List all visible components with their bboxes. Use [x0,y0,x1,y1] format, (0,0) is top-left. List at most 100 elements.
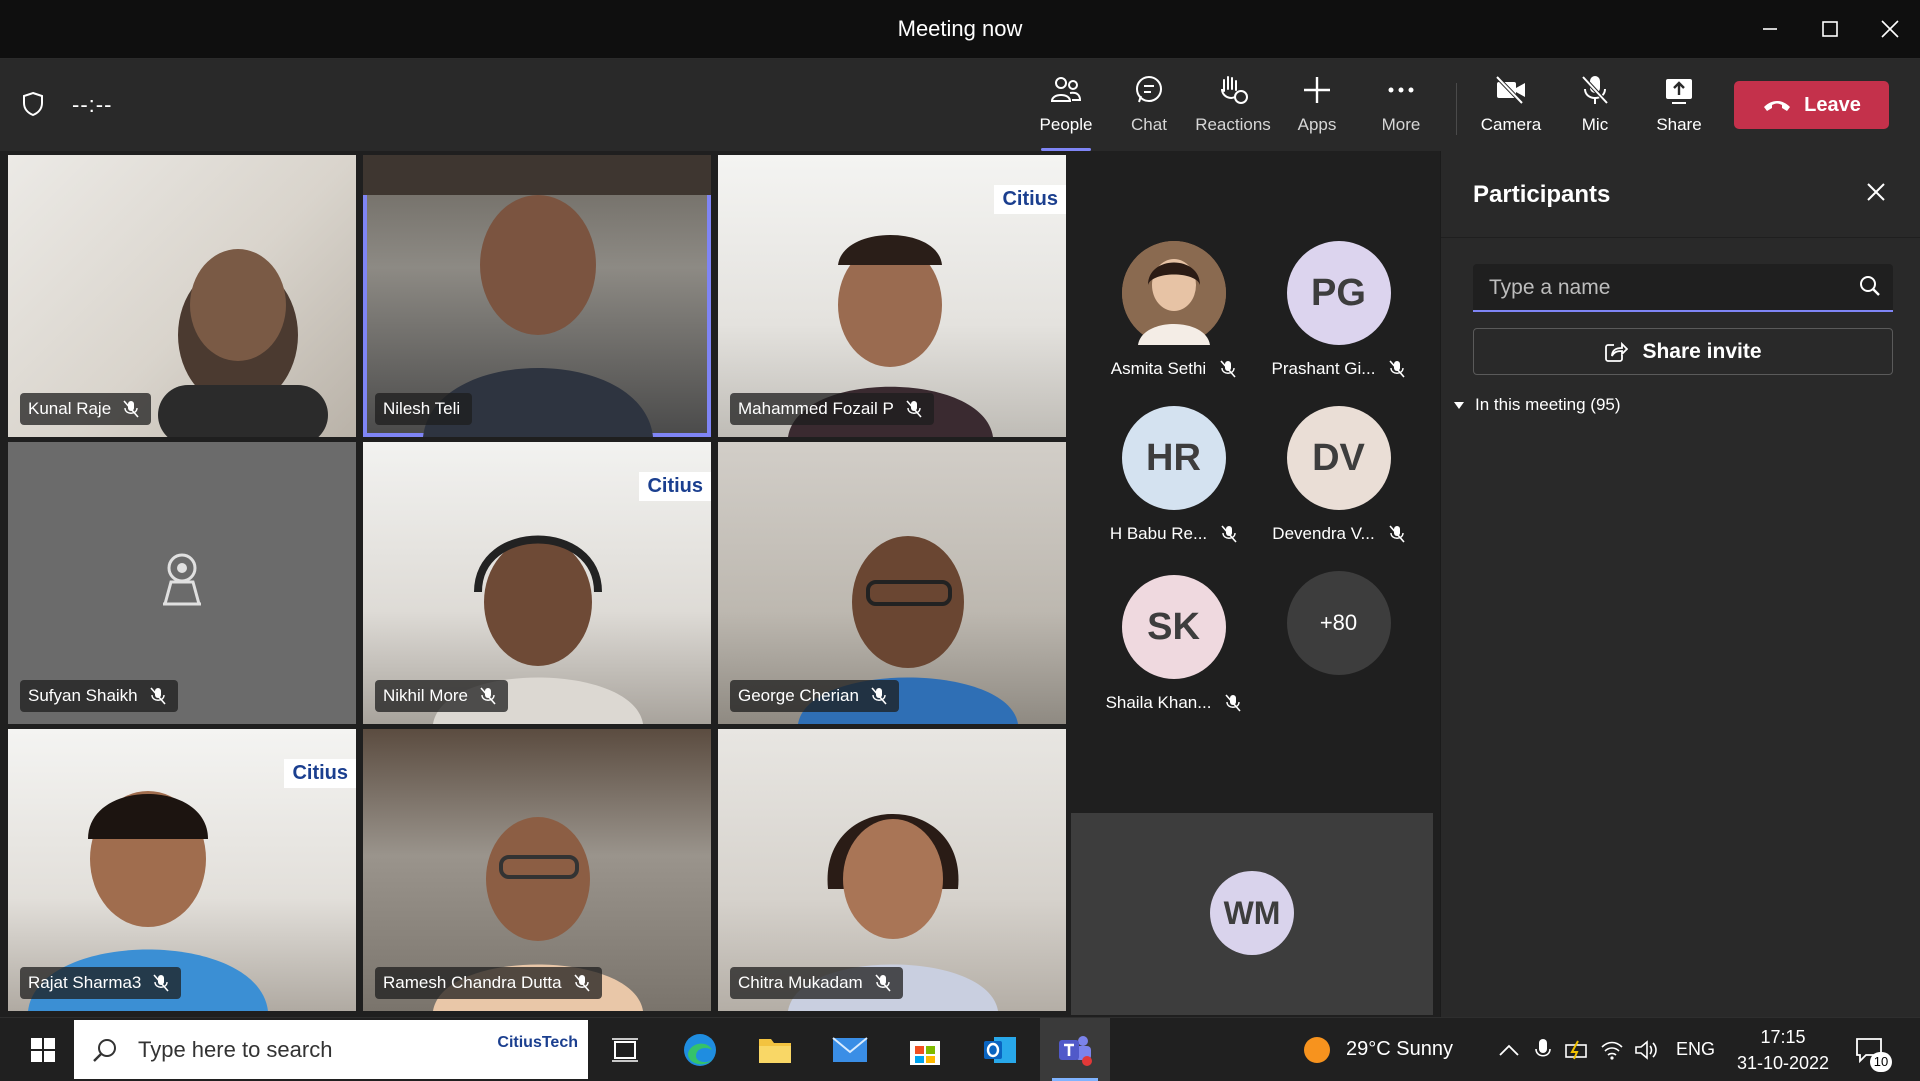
outlook-taskbar-button[interactable] [965,1018,1035,1081]
participant-name-tag: Sufyan Shaikh [20,680,178,712]
clock-date: 31-10-2022 [1736,1053,1830,1073]
mic-off-icon [1389,525,1405,543]
notification-center-button[interactable]: 10 [1854,1018,1892,1081]
video-tile-wm[interactable]: WM [1071,813,1433,1015]
shield-icon[interactable] [22,91,44,117]
more-button[interactable]: More [1361,73,1441,145]
video-tile[interactable]: Ramesh Chandra Dutta [363,729,711,1011]
mic-off-icon [480,687,496,705]
language-indicator[interactable]: ENG [1676,1039,1715,1060]
reactions-button[interactable]: Reactions [1193,73,1273,145]
avatar-photo-image [1121,241,1226,345]
participant-avatar-tile[interactable]: SK Shaila Khan... [1091,575,1256,725]
video-tile[interactable]: Citius Nikhil More [363,442,711,724]
participant-search-input[interactable] [1487,264,1851,312]
start-button[interactable] [14,1018,72,1081]
minimize-icon [1763,28,1777,30]
participant-name-tag: Ramesh Chandra Dutta [375,967,602,999]
share-label: Share [1656,115,1702,134]
meeting-timer: --:-- [72,92,113,117]
taskbar-clock[interactable]: 17:15 31-10-2022 [1718,1024,1848,1076]
participant-name: George Cherian [738,686,859,705]
mic-button[interactable]: Mic [1555,73,1635,145]
close-window-button[interactable] [1860,0,1920,58]
task-view-icon [612,1037,638,1062]
leave-button[interactable]: Leave [1734,81,1889,129]
teams-taskbar-button[interactable] [1040,1018,1110,1081]
panel-title: Participants [1473,181,1611,208]
mic-off-icon [1581,75,1609,105]
participant-avatar-label: Shaila Khan... [1091,693,1256,713]
wifi-icon[interactable] [1600,1039,1624,1061]
participant-search-field[interactable] [1473,264,1893,312]
people-label: People [1039,115,1093,134]
edge-taskbar-button[interactable] [665,1018,735,1081]
search-icon[interactable] [1859,275,1881,297]
leave-label: Leave [1804,93,1861,116]
people-button[interactable]: People [1026,73,1106,151]
chat-button[interactable]: Chat [1109,73,1189,145]
clock-time: 17:15 [1760,1027,1806,1047]
chevron-up-icon[interactable] [1498,1043,1520,1057]
file-explorer-taskbar-button[interactable] [740,1018,810,1081]
video-tile[interactable]: Citius Rajat Sharma3 [8,729,356,1011]
close-panel-icon[interactable] [1865,181,1887,203]
camera-button[interactable]: Camera [1471,73,1551,145]
video-tile-active-speaker[interactable]: Nilesh Teli [363,155,711,437]
mic-off-icon [1389,360,1406,378]
weather-text: 29°C Sunny [1346,1038,1453,1060]
participant-name-tag: Rajat Sharma3 [20,967,182,999]
sun-icon [1304,1036,1330,1063]
task-view-button[interactable] [590,1018,660,1081]
avatar-initials: SK [1121,575,1226,679]
in-meeting-section-toggle[interactable]: In this meeting (95) [1453,395,1621,415]
battery-charging-icon[interactable] [1564,1039,1590,1061]
panel-divider [1441,237,1920,238]
people-icon [1050,77,1082,102]
participant-avatar-tile[interactable]: PG Prashant Gi... [1256,241,1421,391]
microphone-icon[interactable] [1534,1038,1552,1062]
participant-name: H Babu Re... [1109,524,1208,543]
video-tile[interactable]: George Cherian [718,442,1066,724]
overflow-count: +80 [1286,571,1391,675]
chat-icon [1136,76,1162,103]
volume-icon[interactable] [1634,1039,1658,1061]
minimize-button[interactable] [1740,0,1800,58]
chevron-down-icon [1454,402,1464,409]
mic-off-icon [1221,525,1237,543]
participant-name-tag: Chitra Mukadam [730,967,903,999]
window-title: Meeting now [897,16,1023,41]
share-button[interactable]: Share [1639,73,1719,145]
mail-icon [832,1036,868,1062]
apps-icon [1304,77,1330,103]
edge-icon [684,1033,716,1066]
participant-avatar-label: H Babu Re... [1091,524,1256,544]
participant-avatar-tile[interactable]: Asmita Sethi [1091,241,1256,391]
avatar-initials: HR [1121,406,1226,510]
taskbar-search-box[interactable]: Type here to search CitiusTech [74,1020,588,1079]
camera-off-icon [1495,75,1525,105]
participant-avatar-tile[interactable]: HR H Babu Re... [1091,406,1256,556]
video-tile[interactable]: Chitra Mukadam [718,729,1066,1011]
reactions-icon [1221,76,1248,104]
maximize-button[interactable] [1800,0,1860,58]
share-invite-button[interactable]: Share invite [1473,328,1893,375]
mail-taskbar-button[interactable] [815,1018,885,1081]
weather-widget[interactable]: 29°C Sunny [1302,1018,1453,1081]
participant-name: Sufyan Shaikh [28,686,138,705]
share-invite-label: Share invite [1642,339,1762,363]
participant-avatar-tile[interactable]: DV Devendra V... [1256,406,1421,556]
folder-icon [759,1038,791,1063]
overflow-participants-button[interactable]: +80 [1256,571,1421,721]
video-tile[interactable]: Kunal Raje [8,155,356,437]
video-tile[interactable]: Citius Mahammed Fozail P [718,155,1066,437]
video-tile-camera-off[interactable]: Sufyan Shaikh [8,442,356,724]
participant-name: Nilesh Teli [383,399,461,418]
participant-avatar-label: Devendra V... [1256,524,1421,544]
store-taskbar-button[interactable] [890,1018,960,1081]
title-bar: Meeting now [0,0,1920,59]
apps-button[interactable]: Apps [1277,73,1357,145]
participant-name: Nikhil More [383,686,469,705]
mic-label: Mic [1581,115,1609,134]
participant-name-tag: Nikhil More [375,680,509,712]
